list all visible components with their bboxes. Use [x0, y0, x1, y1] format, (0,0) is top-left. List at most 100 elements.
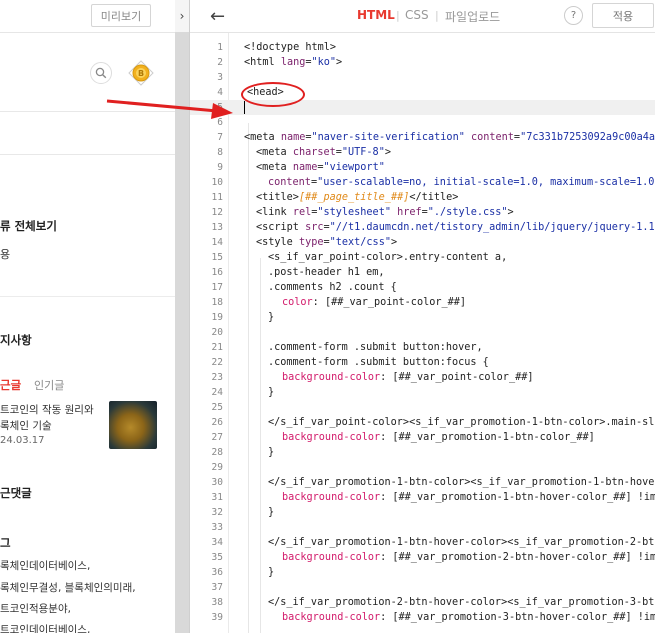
- code-line[interactable]: .comment-form .submit button:focus {: [268, 355, 489, 370]
- code-line[interactable]: }: [268, 385, 274, 400]
- line-number: 25: [211, 402, 223, 413]
- code-line[interactable]: .comment-form .submit button:hover,: [268, 340, 483, 355]
- line-number: 22: [211, 357, 223, 368]
- tab-popular-posts[interactable]: 인기글: [34, 377, 64, 393]
- post-thumbnail[interactable]: [109, 401, 157, 449]
- code-line[interactable]: </s_if_var_promotion-2-btn-hover-color><…: [268, 595, 654, 610]
- code-line[interactable]: <style type="text/css">: [256, 235, 397, 250]
- recent-comments-heading: 근댓글: [0, 486, 32, 500]
- code-line[interactable]: content="user-scalable=no, initial-scale…: [268, 175, 654, 190]
- back-arrow-icon[interactable]: ←: [210, 6, 225, 27]
- notice-heading: 지사항: [0, 333, 32, 347]
- code-line[interactable]: }: [268, 565, 274, 580]
- code-line[interactable]: }: [268, 445, 274, 460]
- line-number: 7: [217, 132, 223, 143]
- line-number: 24: [211, 387, 223, 398]
- category-all-link[interactable]: 류 전체보기: [0, 218, 57, 234]
- line-number: 15: [211, 252, 223, 263]
- code-line[interactable]: }: [268, 505, 274, 520]
- line-number: 9: [217, 162, 223, 173]
- line-number: 2: [217, 57, 223, 68]
- tab-html[interactable]: HTML: [357, 8, 395, 22]
- tag-link[interactable]: 트코인데이터베이스,: [0, 622, 90, 633]
- line-number: 16: [211, 267, 223, 278]
- code-line[interactable]: <meta charset="UTF-8">: [256, 145, 391, 160]
- post-date: 24.03.17: [0, 435, 45, 446]
- code-line[interactable]: background-color: [##_var_point-color_##…: [282, 370, 533, 385]
- line-number: 3: [217, 72, 223, 83]
- line-number: 18: [211, 297, 223, 308]
- tab-file-upload[interactable]: 파일업로드: [445, 8, 500, 25]
- line-number: 34: [211, 537, 223, 548]
- tab-css[interactable]: CSS: [405, 8, 429, 22]
- preview-button[interactable]: 미리보기: [91, 4, 151, 27]
- post-title-line-2[interactable]: 록체인 기술: [0, 418, 52, 433]
- line-number: 33: [211, 522, 223, 533]
- line-number: 1: [217, 42, 223, 53]
- tag-link[interactable]: 록체인데이터베이스,: [0, 558, 90, 573]
- line-number: 14: [211, 237, 223, 248]
- line-number: 37: [211, 582, 223, 593]
- tags-heading: 그: [0, 536, 11, 550]
- tag-link[interactable]: 록체인무결성, 블록체인의미래,: [0, 580, 136, 595]
- collapse-preview-button[interactable]: ›: [175, 0, 189, 32]
- code-line[interactable]: <title>[##_page_title_##]</title>: [256, 190, 458, 205]
- divider: [0, 154, 175, 155]
- code-line[interactable]: <meta name="viewport": [256, 160, 385, 175]
- preview-scrollbar[interactable]: [175, 32, 189, 633]
- line-number: 30: [211, 477, 223, 488]
- code-line[interactable]: </s_if_var_promotion-1-btn-color><s_if_v…: [268, 475, 654, 490]
- code-line[interactable]: color: [##_var_point-color_##]: [282, 295, 466, 310]
- line-number: 38: [211, 597, 223, 608]
- apply-button[interactable]: 적용: [592, 3, 654, 28]
- code-line[interactable]: <html lang="ko">: [244, 55, 342, 70]
- line-number: 8: [217, 147, 223, 158]
- text-cursor: [244, 101, 245, 114]
- code-line[interactable]: background-color: [##_var_promotion-1-bt…: [282, 430, 595, 445]
- line-number: 20: [211, 327, 223, 338]
- editor-header: ← HTML | CSS | 파일업로드 ? 적용: [190, 0, 655, 33]
- line-number: 11: [211, 192, 223, 203]
- code-line[interactable]: }: [268, 310, 274, 325]
- code-line[interactable]: background-color: [##_var_promotion-2-bt…: [282, 550, 655, 565]
- code-line[interactable]: .comments h2 .count {: [268, 280, 397, 295]
- code-line[interactable]: <link rel="stylesheet" href="./style.css…: [256, 205, 514, 220]
- code-line[interactable]: background-color: [##_var_promotion-3-bt…: [282, 610, 655, 625]
- code-line[interactable]: </s_if_var_point-color><s_if_var_promoti…: [268, 415, 654, 430]
- badge-letter: B: [138, 69, 144, 78]
- post-title-line-1[interactable]: 트코인의 작동 원리와: [0, 402, 94, 417]
- tab-recent-posts[interactable]: 근글: [0, 377, 21, 393]
- code-editor[interactable]: 1 <!doctype html> 2 <html lang="ko"> 3 4 <h…: [190, 33, 655, 633]
- line-number: 39: [211, 612, 223, 623]
- coin-badge-icon[interactable]: B: [128, 60, 154, 86]
- code-line[interactable]: <script src="//t1.daumcdn.net/tistory_ad…: [256, 220, 655, 235]
- line-number: 10: [211, 177, 223, 188]
- line-number: 35: [211, 552, 223, 563]
- line-number: 28: [211, 447, 223, 458]
- category-sub-link[interactable]: 용: [0, 246, 10, 262]
- line-number: 23: [211, 372, 223, 383]
- divider: [0, 296, 175, 297]
- code-line[interactable]: <meta name="naver-site-verification" con…: [244, 130, 655, 145]
- help-button[interactable]: ?: [564, 6, 583, 25]
- annotation-circle: [241, 82, 305, 107]
- code-line[interactable]: .post-header h1 em,: [268, 265, 385, 280]
- line-number: 19: [211, 312, 223, 323]
- code-line[interactable]: </s_if_var_promotion-1-btn-hover-color><…: [268, 535, 654, 550]
- line-number: 26: [211, 417, 223, 428]
- chevron-right-icon: ›: [179, 9, 185, 23]
- line-number: 12: [211, 207, 223, 218]
- line-number: 29: [211, 462, 223, 473]
- code-line[interactable]: <s_if_var_point-color>.entry-content a,: [268, 250, 507, 265]
- line-number: 17: [211, 282, 223, 293]
- tag-link[interactable]: 트코인적용분야,: [0, 601, 71, 616]
- search-icon[interactable]: [90, 62, 112, 84]
- code-line[interactable]: <!doctype html>: [244, 40, 336, 55]
- annotation-arrow-icon: [106, 99, 233, 119]
- line-number: 21: [211, 342, 223, 353]
- code-line[interactable]: background-color: [##_var_promotion-1-bt…: [282, 490, 655, 505]
- preview-topbar: 미리보기: [0, 0, 175, 33]
- line-number: 31: [211, 492, 223, 503]
- tab-separator: |: [396, 9, 400, 22]
- tab-separator: |: [435, 9, 439, 22]
